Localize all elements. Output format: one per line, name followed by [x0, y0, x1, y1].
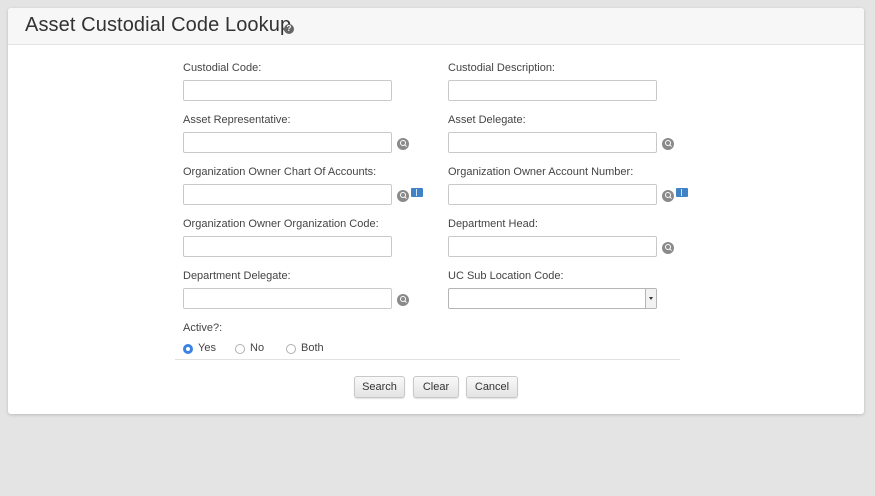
active-both-radio[interactable] — [286, 344, 296, 354]
help-icon[interactable]: ? — [284, 24, 294, 34]
asset-delegate-label: Asset Delegate: — [448, 114, 526, 126]
select-arrow-icon — [645, 289, 656, 308]
active-yes-label[interactable]: Yes — [198, 342, 216, 354]
custodial-description-input[interactable] — [448, 80, 657, 101]
active-no-label[interactable]: No — [250, 342, 264, 354]
clear-button[interactable]: Clear — [413, 376, 459, 398]
custodial-code-input[interactable] — [183, 80, 392, 101]
asset-representative-search-icon[interactable] — [397, 138, 409, 150]
asset-delegate-search-icon[interactable] — [662, 138, 674, 150]
department-delegate-search-icon[interactable] — [397, 294, 409, 306]
asset-representative-input[interactable] — [183, 132, 392, 153]
active-label: Active?: — [183, 322, 223, 334]
org-owner-account-label: Organization Owner Account Number: — [448, 166, 634, 178]
org-owner-org-code-label: Organization Owner Organization Code: — [183, 218, 379, 230]
asset-representative-label: Asset Representative: — [183, 114, 291, 126]
active-no-radio[interactable] — [235, 344, 245, 354]
org-owner-account-search-icon[interactable] — [662, 190, 674, 202]
custodial-description-label: Custodial Description: — [448, 62, 555, 74]
org-owner-chart-book-icon[interactable] — [411, 188, 423, 197]
asset-delegate-input[interactable] — [448, 132, 657, 153]
org-owner-chart-label: Organization Owner Chart Of Accounts: — [183, 166, 377, 178]
department-head-search-icon[interactable] — [662, 242, 674, 254]
panel-header: Asset Custodial Code Lookup ? — [8, 8, 864, 45]
active-yes-radio[interactable] — [183, 344, 193, 354]
uc-sub-location-label: UC Sub Location Code: — [448, 270, 564, 282]
form-divider — [175, 359, 680, 360]
department-head-input[interactable] — [448, 236, 657, 257]
lookup-panel: Asset Custodial Code Lookup ? — [8, 8, 864, 414]
uc-sub-location-select[interactable] — [448, 288, 657, 309]
department-delegate-label: Department Delegate: — [183, 270, 291, 282]
cancel-button[interactable]: Cancel — [466, 376, 518, 398]
department-delegate-input[interactable] — [183, 288, 392, 309]
search-button[interactable]: Search — [354, 376, 405, 398]
active-both-label[interactable]: Both — [301, 342, 324, 354]
page-title: Asset Custodial Code Lookup — [25, 14, 292, 36]
org-owner-chart-input[interactable] — [183, 184, 392, 205]
org-owner-account-book-icon[interactable] — [676, 188, 688, 197]
custodial-code-label: Custodial Code: — [183, 62, 262, 74]
org-owner-org-code-input[interactable] — [183, 236, 392, 257]
department-head-label: Department Head: — [448, 218, 538, 230]
org-owner-account-input[interactable] — [448, 184, 657, 205]
org-owner-chart-search-icon[interactable] — [397, 190, 409, 202]
